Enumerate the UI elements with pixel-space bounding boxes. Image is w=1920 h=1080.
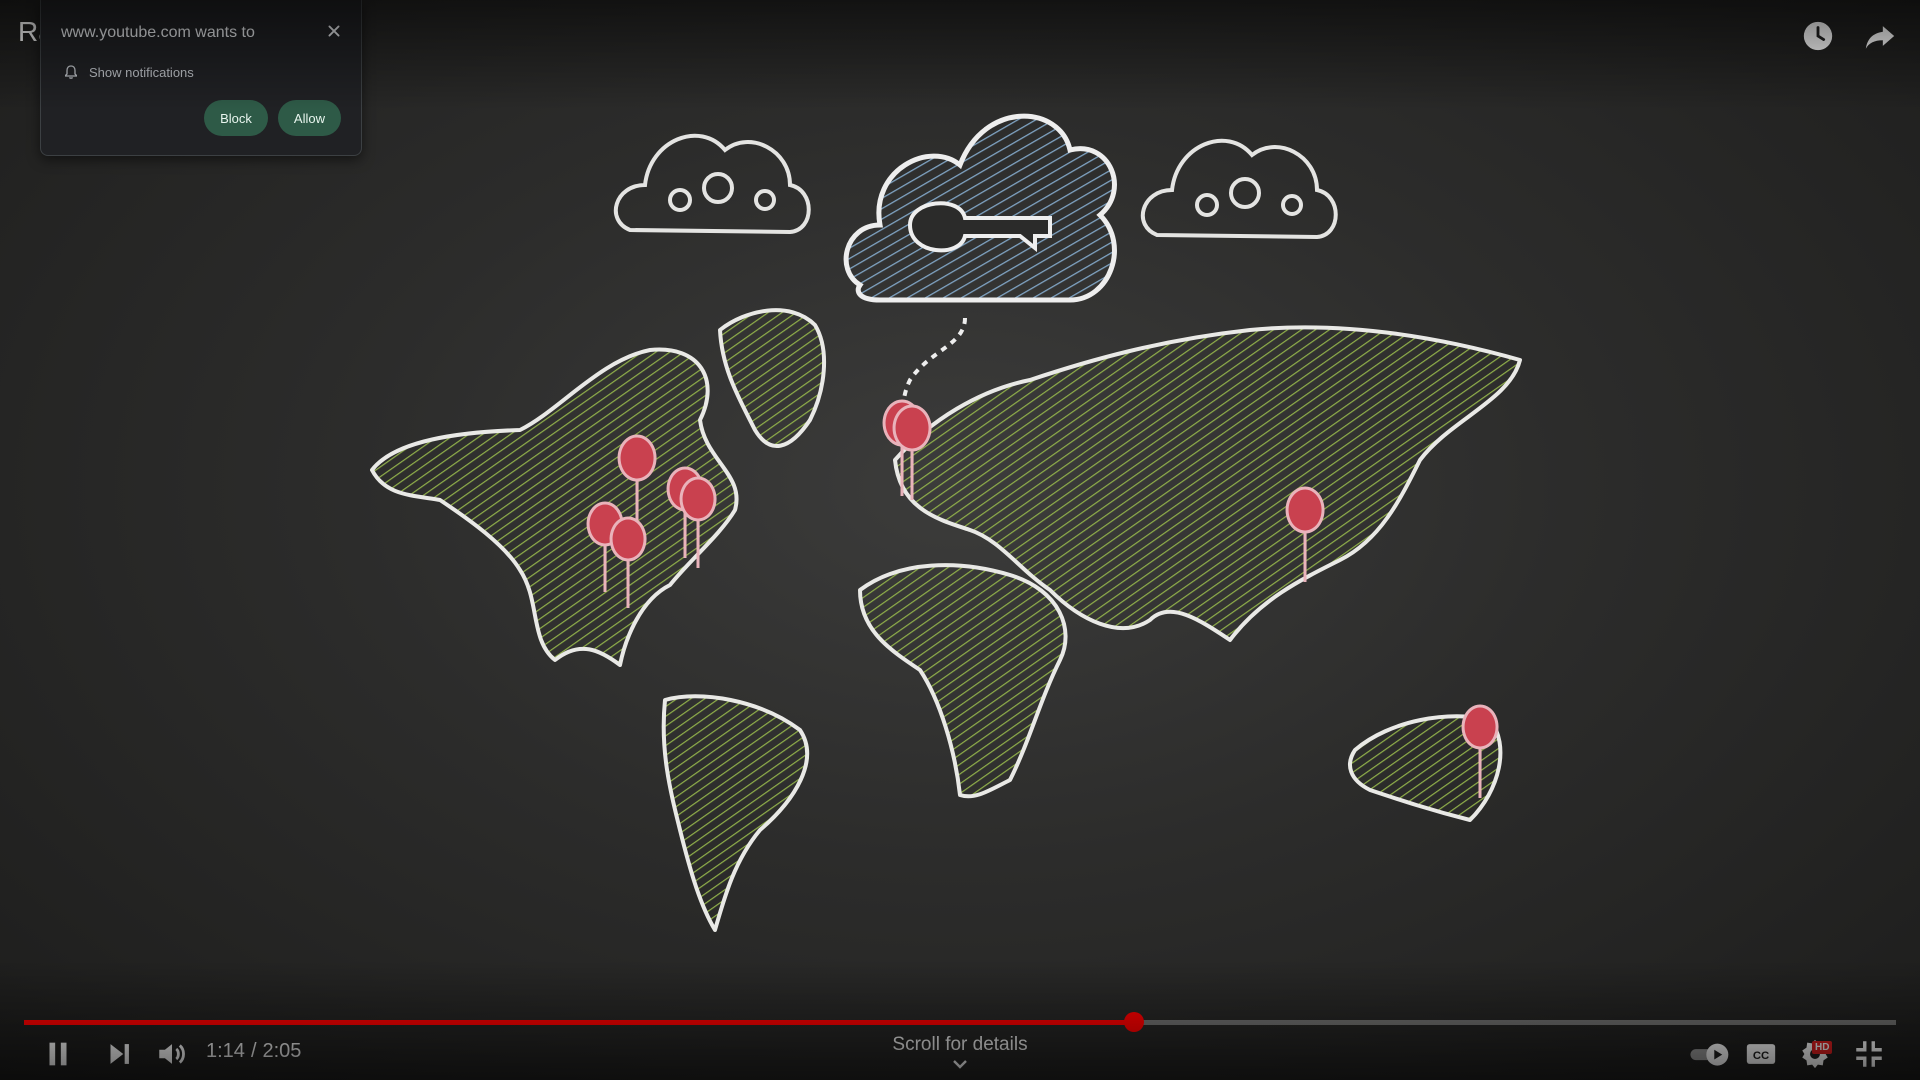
close-icon <box>328 25 340 37</box>
permission-request-row: Show notifications <box>63 64 194 80</box>
continents <box>370 308 1522 932</box>
elapsed-time: 1:14 <box>206 1040 245 1062</box>
time-separator: / <box>250 1040 257 1062</box>
next-button[interactable] <box>97 1032 141 1076</box>
next-icon <box>110 1044 129 1064</box>
svg-text:CC: CC <box>1753 1050 1769 1062</box>
people-cloud-left <box>613 133 811 235</box>
exit-fullscreen-button[interactable] <box>1847 1032 1891 1076</box>
watch-later-button[interactable] <box>1798 16 1838 56</box>
autoplay-toggle[interactable] <box>1684 1032 1736 1076</box>
pause-icon <box>49 1042 67 1066</box>
captions-icon: CC <box>1746 1044 1776 1064</box>
share-button[interactable] <box>1860 16 1900 56</box>
share-icon <box>1865 26 1895 49</box>
bell-icon <box>65 65 77 79</box>
autoplay-toggle-icon <box>1690 1043 1729 1066</box>
progress-bar[interactable] <box>24 1012 1896 1032</box>
video-player[interactable]: Ra erview www.youtube.com wants to <box>0 0 1920 1080</box>
pause-button[interactable] <box>36 1032 80 1076</box>
chevron-down-icon <box>953 1060 967 1069</box>
permission-buttons: Block Allow <box>204 100 341 136</box>
volume-icon <box>159 1044 185 1064</box>
permission-label: Show notifications <box>89 64 194 80</box>
progress-played <box>24 1020 1135 1025</box>
scroll-for-details[interactable]: Scroll for details <box>880 1034 1040 1072</box>
people-cloud-right <box>1140 138 1338 240</box>
total-duration: 2:05 <box>262 1040 302 1062</box>
volume-button[interactable] <box>150 1032 194 1076</box>
time-display: 1:14/2:05 <box>206 1040 301 1063</box>
allow-button[interactable]: Allow <box>277 100 341 136</box>
captions-button[interactable]: CC <box>1739 1032 1783 1076</box>
permission-popup-title: www.youtube.com wants to <box>61 24 255 41</box>
player-controls: 1:14/2:05 Scroll for details CC HD <box>0 1030 1920 1080</box>
watch-later-icon <box>1803 21 1833 51</box>
scroll-hint-label: Scroll for details <box>892 1034 1028 1055</box>
block-button[interactable]: Block <box>204 100 268 136</box>
settings-icon <box>1802 1039 1828 1069</box>
chalkboard-world-map-frame <box>370 113 1522 932</box>
settings-button[interactable] <box>1793 1032 1837 1076</box>
exit-fullscreen-icon <box>1856 1041 1882 1067</box>
scrubber-handle[interactable] <box>1124 1012 1145 1032</box>
notification-permission-popup: www.youtube.com wants to Show notificati… <box>40 0 362 156</box>
top-right-actions <box>1798 16 1900 56</box>
permission-close-button[interactable] <box>323 20 345 42</box>
